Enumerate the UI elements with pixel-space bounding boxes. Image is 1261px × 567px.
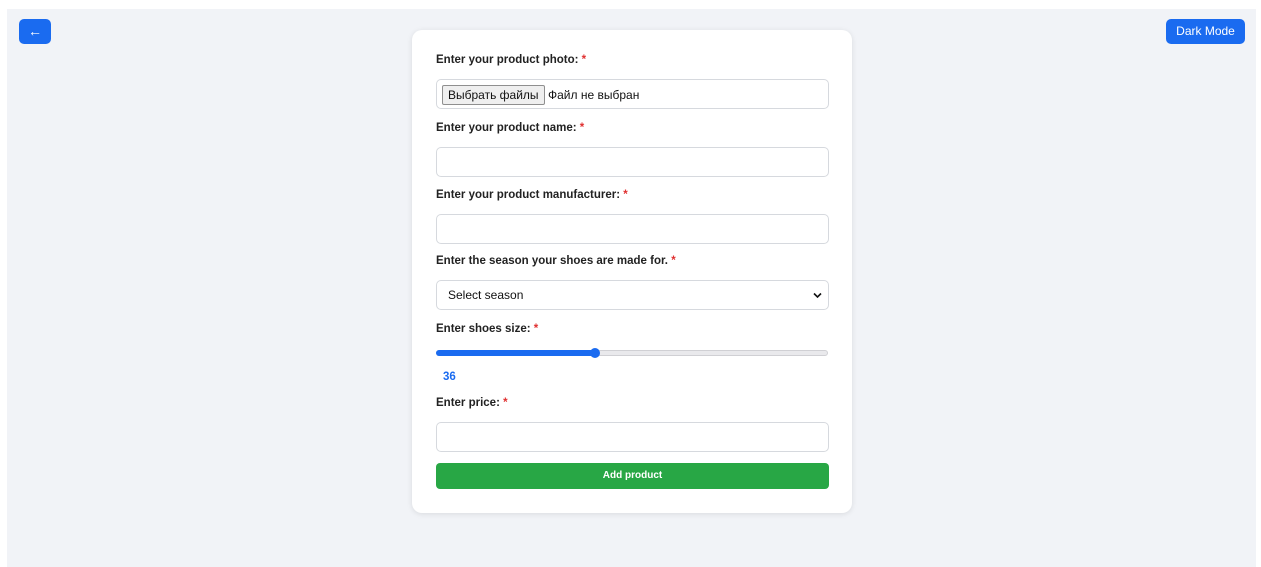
size-label-text: Enter shoes size: (436, 323, 531, 335)
back-button[interactable]: ← (19, 19, 51, 44)
season-label-text: Enter the season your shoes are made for… (436, 255, 668, 267)
size-label: Enter shoes size: * (436, 323, 538, 335)
manufacturer-label: Enter your product manufacturer: * (436, 189, 628, 201)
size-slider-fill (436, 350, 595, 356)
name-label-text: Enter your product name: (436, 122, 577, 134)
chevron-down-icon (813, 292, 822, 299)
required-mark: * (671, 255, 676, 267)
required-mark: * (579, 122, 585, 134)
required-mark: * (623, 189, 628, 201)
manufacturer-input[interactable] (436, 214, 829, 244)
photo-label: Enter your product photo: * (436, 54, 586, 66)
price-label-text: Enter price: (436, 397, 500, 409)
choose-files-button[interactable]: Выбрать файлы (442, 85, 545, 105)
required-mark: * (581, 54, 587, 66)
price-label: Enter price: * (436, 397, 508, 409)
season-label: Enter the season your shoes are made for… (436, 255, 676, 267)
file-status-text: Файл не выбран (548, 88, 640, 102)
name-label: Enter your product name: * (436, 122, 584, 134)
size-value: 36 (443, 371, 456, 383)
add-product-button[interactable]: Add product (436, 463, 829, 489)
season-select[interactable]: Select season (436, 280, 829, 310)
dark-mode-button[interactable]: Dark Mode (1166, 19, 1245, 44)
product-name-input[interactable] (436, 147, 829, 177)
manufacturer-label-text: Enter your product manufacturer: (436, 189, 621, 201)
photo-label-text: Enter your product photo: (436, 54, 579, 66)
season-selected-value: Select season (448, 288, 524, 302)
photo-file-input[interactable]: Выбрать файлы Файл не выбран (436, 79, 829, 109)
required-mark: * (503, 397, 508, 409)
required-mark: * (533, 323, 539, 335)
size-slider-thumb[interactable] (590, 348, 600, 358)
price-input[interactable] (436, 422, 829, 452)
add-product-form: Enter your product photo: * Выбрать файл… (412, 30, 852, 513)
